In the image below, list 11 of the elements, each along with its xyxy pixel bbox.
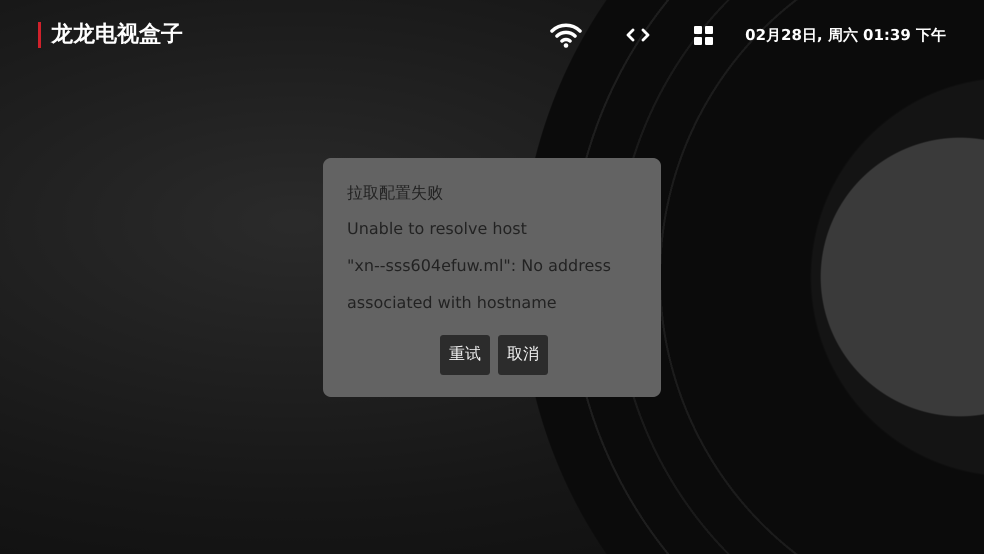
error-message: "xn--sss604efuw.ml": No address xyxy=(347,254,612,276)
app-title: 龙龙电视盒子 xyxy=(38,22,183,48)
cancel-button[interactable]: 取消 xyxy=(498,334,548,374)
error-message: associated with hostname xyxy=(347,292,558,314)
retry-button[interactable]: 重试 xyxy=(440,334,490,374)
error-message: Unable to resolve host xyxy=(347,218,528,240)
date-time: 02月28日, 周六 01:39 下午 xyxy=(745,26,946,44)
wifi-icon xyxy=(550,22,582,48)
grid-icon[interactable] xyxy=(694,26,714,44)
dialog-title: 拉取配置失败 xyxy=(347,182,444,204)
code-brackets-icon[interactable] xyxy=(626,28,650,42)
